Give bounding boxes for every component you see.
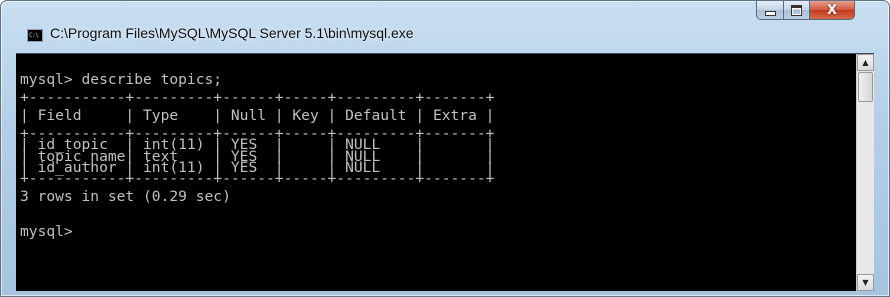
console-line: +-----------+---------+------+-----+----… [20,89,495,107]
console-output-area[interactable]: mysql> describe topics; +-----------+----… [16,53,874,291]
window-title: C:\Program Files\MySQL\MySQL Server 5.1\… [50,25,414,41]
scrollbar-thumb[interactable] [858,72,873,102]
console-prompt-line[interactable]: mysql> [20,220,494,244]
arrow-up-icon: ▲ [862,58,869,67]
close-icon: X [826,2,838,18]
console-window: C:\ C:\Program Files\MySQL\MySQL Server … [0,0,890,297]
arrow-down-icon: ▼ [862,278,869,287]
close-button[interactable]: X [809,1,855,20]
minimize-button[interactable] [756,1,784,20]
vertical-scrollbar[interactable]: ▲ ▼ [856,54,874,291]
title-bar[interactable]: C:\ C:\Program Files\MySQL\MySQL Server … [1,1,889,42]
minimize-icon [764,11,776,16]
scroll-down-button[interactable]: ▼ [857,274,874,291]
cmd-icon[interactable]: C:\ [27,29,43,42]
console-line: +-----------+---------+------+-----+----… [20,170,495,188]
console-text: mysql> describe topics; +-----------+----… [20,57,494,244]
scroll-up-button[interactable]: ▲ [857,54,874,71]
console-line: 3 rows in set (0.29 sec) [20,187,231,205]
maximize-button[interactable] [783,1,810,20]
maximize-icon [791,4,802,16]
